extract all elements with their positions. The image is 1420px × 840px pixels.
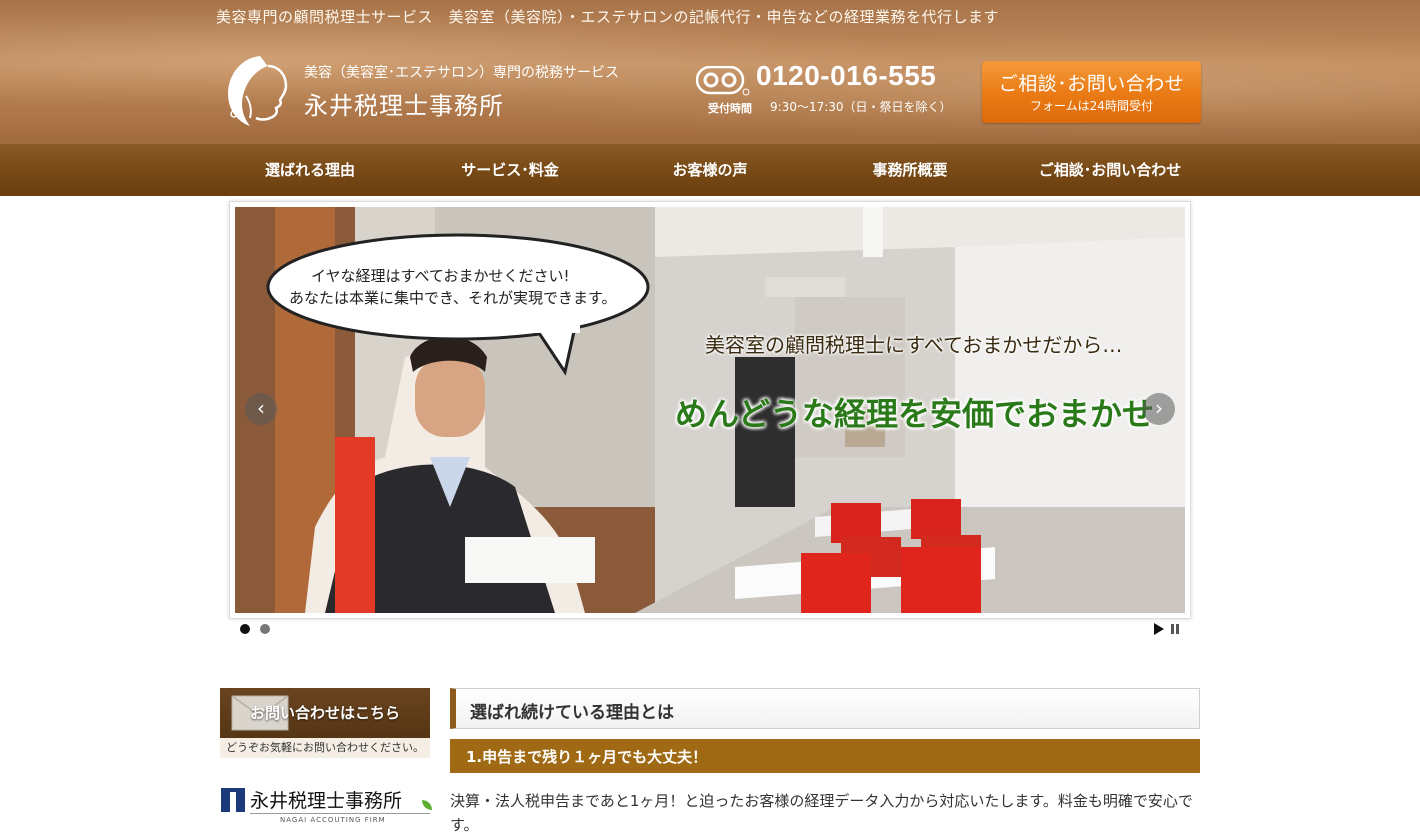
speech-bubble-line1: イヤな経理はすべておまかせください!	[311, 267, 570, 285]
slider-play-pause-control[interactable]	[1154, 622, 1184, 636]
contact-banner-title: お問い合わせはこちら	[250, 704, 401, 722]
nav-item-reasons[interactable]: 選ばれる理由	[210, 144, 410, 197]
free-dial-icon	[696, 66, 750, 96]
point-header: 1.申告まで残り１ヶ月でも大丈夫！	[450, 739, 1200, 773]
business-hours: 9:30〜17:30（日・祭日を除く）	[770, 100, 952, 114]
section-header: 選ばれ続けている理由とは	[450, 688, 1200, 729]
slider-next-icon[interactable]: ›	[1143, 393, 1175, 425]
slide-caption-main: めんどうな経理を安価でおまかせ	[675, 395, 1155, 433]
speech-bubble-line2: あなたは本業に集中でき、それが実現できます。	[289, 289, 617, 307]
pause-icon	[1171, 624, 1174, 634]
slide-caption-sub: 美容室の顧問税理士にすべておまかせだから…	[705, 333, 1123, 357]
hero-slide[interactable]: イヤな経理はすべておまかせください! あなたは本業に集中でき、それが実現できます…	[235, 207, 1185, 613]
header-tagline: 美容専門の顧問税理士サービス 美容室（美容院）・エステサロンの記帳代行・申告など…	[216, 8, 1000, 26]
nav-item-services[interactable]: サービス･料金	[410, 144, 610, 197]
logo-subtitle: 美容（美容室･エステサロン）専門の税務サービス	[304, 65, 619, 81]
play-icon	[1154, 623, 1164, 635]
slider-prev-icon[interactable]: ‹	[245, 393, 277, 425]
site-header: 美容専門の顧問税理士サービス 美容室（美容院）・エステサロンの記帳代行・申告など…	[0, 0, 1420, 143]
nav-item-about[interactable]: 事務所概要	[810, 144, 1010, 197]
contact-button-sublabel: フォームは24時間受付	[1030, 99, 1153, 113]
hours-label: 受付時間	[708, 102, 752, 115]
contact-button-label: ご相談･お問い合わせ	[998, 73, 1185, 95]
site-logo[interactable]: 美容（美容室･エステサロン）専門の税務サービス 永井税理士事務所	[220, 52, 640, 130]
slider-pagination	[240, 624, 270, 634]
global-nav: 選ばれる理由 サービス･料金 お客様の声 事務所概要 ご相談･お問い合わせ	[0, 143, 1420, 196]
section-title: 選ばれ続けている理由とは	[470, 703, 674, 723]
slider-dot-2[interactable]	[260, 624, 270, 634]
slider-dot-1[interactable]	[240, 624, 250, 634]
contact-button[interactable]: ご相談･お問い合わせ フォームは24時間受付	[982, 61, 1201, 123]
logo-title: 永井税理士事務所	[304, 92, 504, 120]
sidebar-firm-name-en: NAGAI ACCOUTING FIRM	[280, 816, 386, 824]
contact-banner[interactable]: お問い合わせはこちら どうぞお気軽にお問い合わせください。	[220, 688, 430, 758]
logo-divider	[250, 813, 430, 814]
contact-banner-note: どうぞお気軽にお問い合わせください。	[220, 738, 430, 758]
phone-contact[interactable]: 0120-016-555 受付時間 9:30〜17:30（日・祭日を除く）	[696, 60, 966, 118]
sidebar-firm-name: 永井税理士事務所	[250, 790, 403, 812]
nav-item-testimonials[interactable]: お客様の声	[610, 144, 810, 197]
point-description: 決算・法人税申告まであと1ヶ月！と迫ったお客様の経理データ入力から対応いたします…	[450, 792, 1193, 834]
phone-number[interactable]: 0120-016-555	[756, 60, 936, 92]
woman-profile-logo-icon	[228, 56, 288, 126]
hero-slider: イヤな経理はすべておまかせください! あなたは本業に集中でき、それが実現できます…	[229, 201, 1191, 619]
firm-mark-icon	[221, 788, 245, 812]
nav-item-contact[interactable]: ご相談･お問い合わせ	[1010, 144, 1210, 197]
point-title: 1.申告まで残り１ヶ月でも大丈夫！	[466, 748, 708, 766]
sidebar-firm-logo[interactable]: 永井税理士事務所 NAGAI ACCOUTING FIRM	[220, 786, 432, 830]
leaf-icon	[422, 800, 432, 810]
